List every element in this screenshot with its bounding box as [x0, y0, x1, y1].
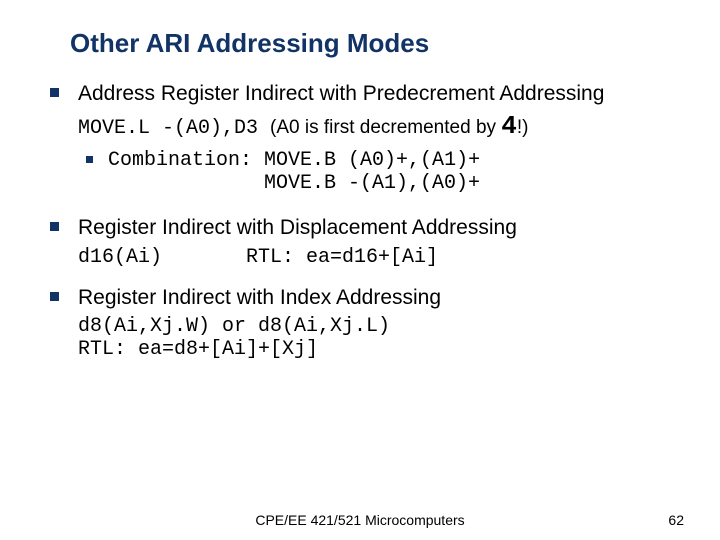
item1-subbullet: Combination: MOVE.B (A0)+,(A1)+ MOVE.B -… [108, 149, 676, 195]
item2-code-a: d16(Ai) [78, 246, 162, 269]
item1-note-pre: (A0 is first decremented by [270, 117, 501, 138]
square-bullet-icon [86, 156, 93, 163]
square-bullet-icon [50, 88, 59, 97]
item1-code: MOVE.L -(A0),D3 (A0 is first decremented… [78, 111, 676, 141]
item2-heading: Register Indirect with Displacement Addr… [78, 215, 676, 241]
bullet-item-1: Address Register Indirect with Predecrem… [78, 81, 676, 195]
item1-note-post: !) [517, 117, 529, 138]
item3-heading: Register Indirect with Index Addressing [78, 285, 676, 311]
page-number: 62 [668, 512, 684, 528]
bullet-item-2: Register Indirect with Displacement Addr… [78, 215, 676, 268]
item3-code: d8(Ai,Xj.W) or d8(Ai,Xj.L) RTL: ea=d8+[A… [78, 315, 676, 361]
item2-code: d16(Ai) RTL: ea=d16+[Ai] [78, 246, 676, 269]
item1-sub-line2: MOVE.B -(A1),(A0)+ [108, 172, 676, 195]
item1-sub-line1: MOVE.B (A0)+,(A1)+ [252, 149, 480, 172]
slide: Other ARI Addressing Modes Address Regis… [0, 0, 720, 540]
bullet-item-3: Register Indirect with Index Addressing … [78, 285, 676, 361]
square-bullet-icon [50, 292, 59, 301]
item1-sub-label: Combination: [108, 149, 252, 172]
slide-title: Other ARI Addressing Modes [70, 28, 676, 59]
item1-heading: Address Register Indirect with Predecrem… [78, 81, 676, 107]
item1-sub-lines: Combination: MOVE.B (A0)+,(A1)+ MOVE.B -… [108, 149, 676, 195]
item2-code-b: RTL: ea=d16+[Ai] [162, 246, 438, 269]
item3-code-b: RTL: ea=d8+[Ai]+[Xj] [78, 338, 676, 361]
item3-code-a: d8(Ai,Xj.W) or d8(Ai,Xj.L) [78, 315, 676, 338]
footer-center: CPE/EE 421/521 Microcomputers [0, 512, 720, 528]
item1-big4: 4 [501, 111, 517, 141]
square-bullet-icon [50, 222, 59, 231]
item1-code-a: MOVE.L -(A0),D3 [78, 117, 270, 140]
